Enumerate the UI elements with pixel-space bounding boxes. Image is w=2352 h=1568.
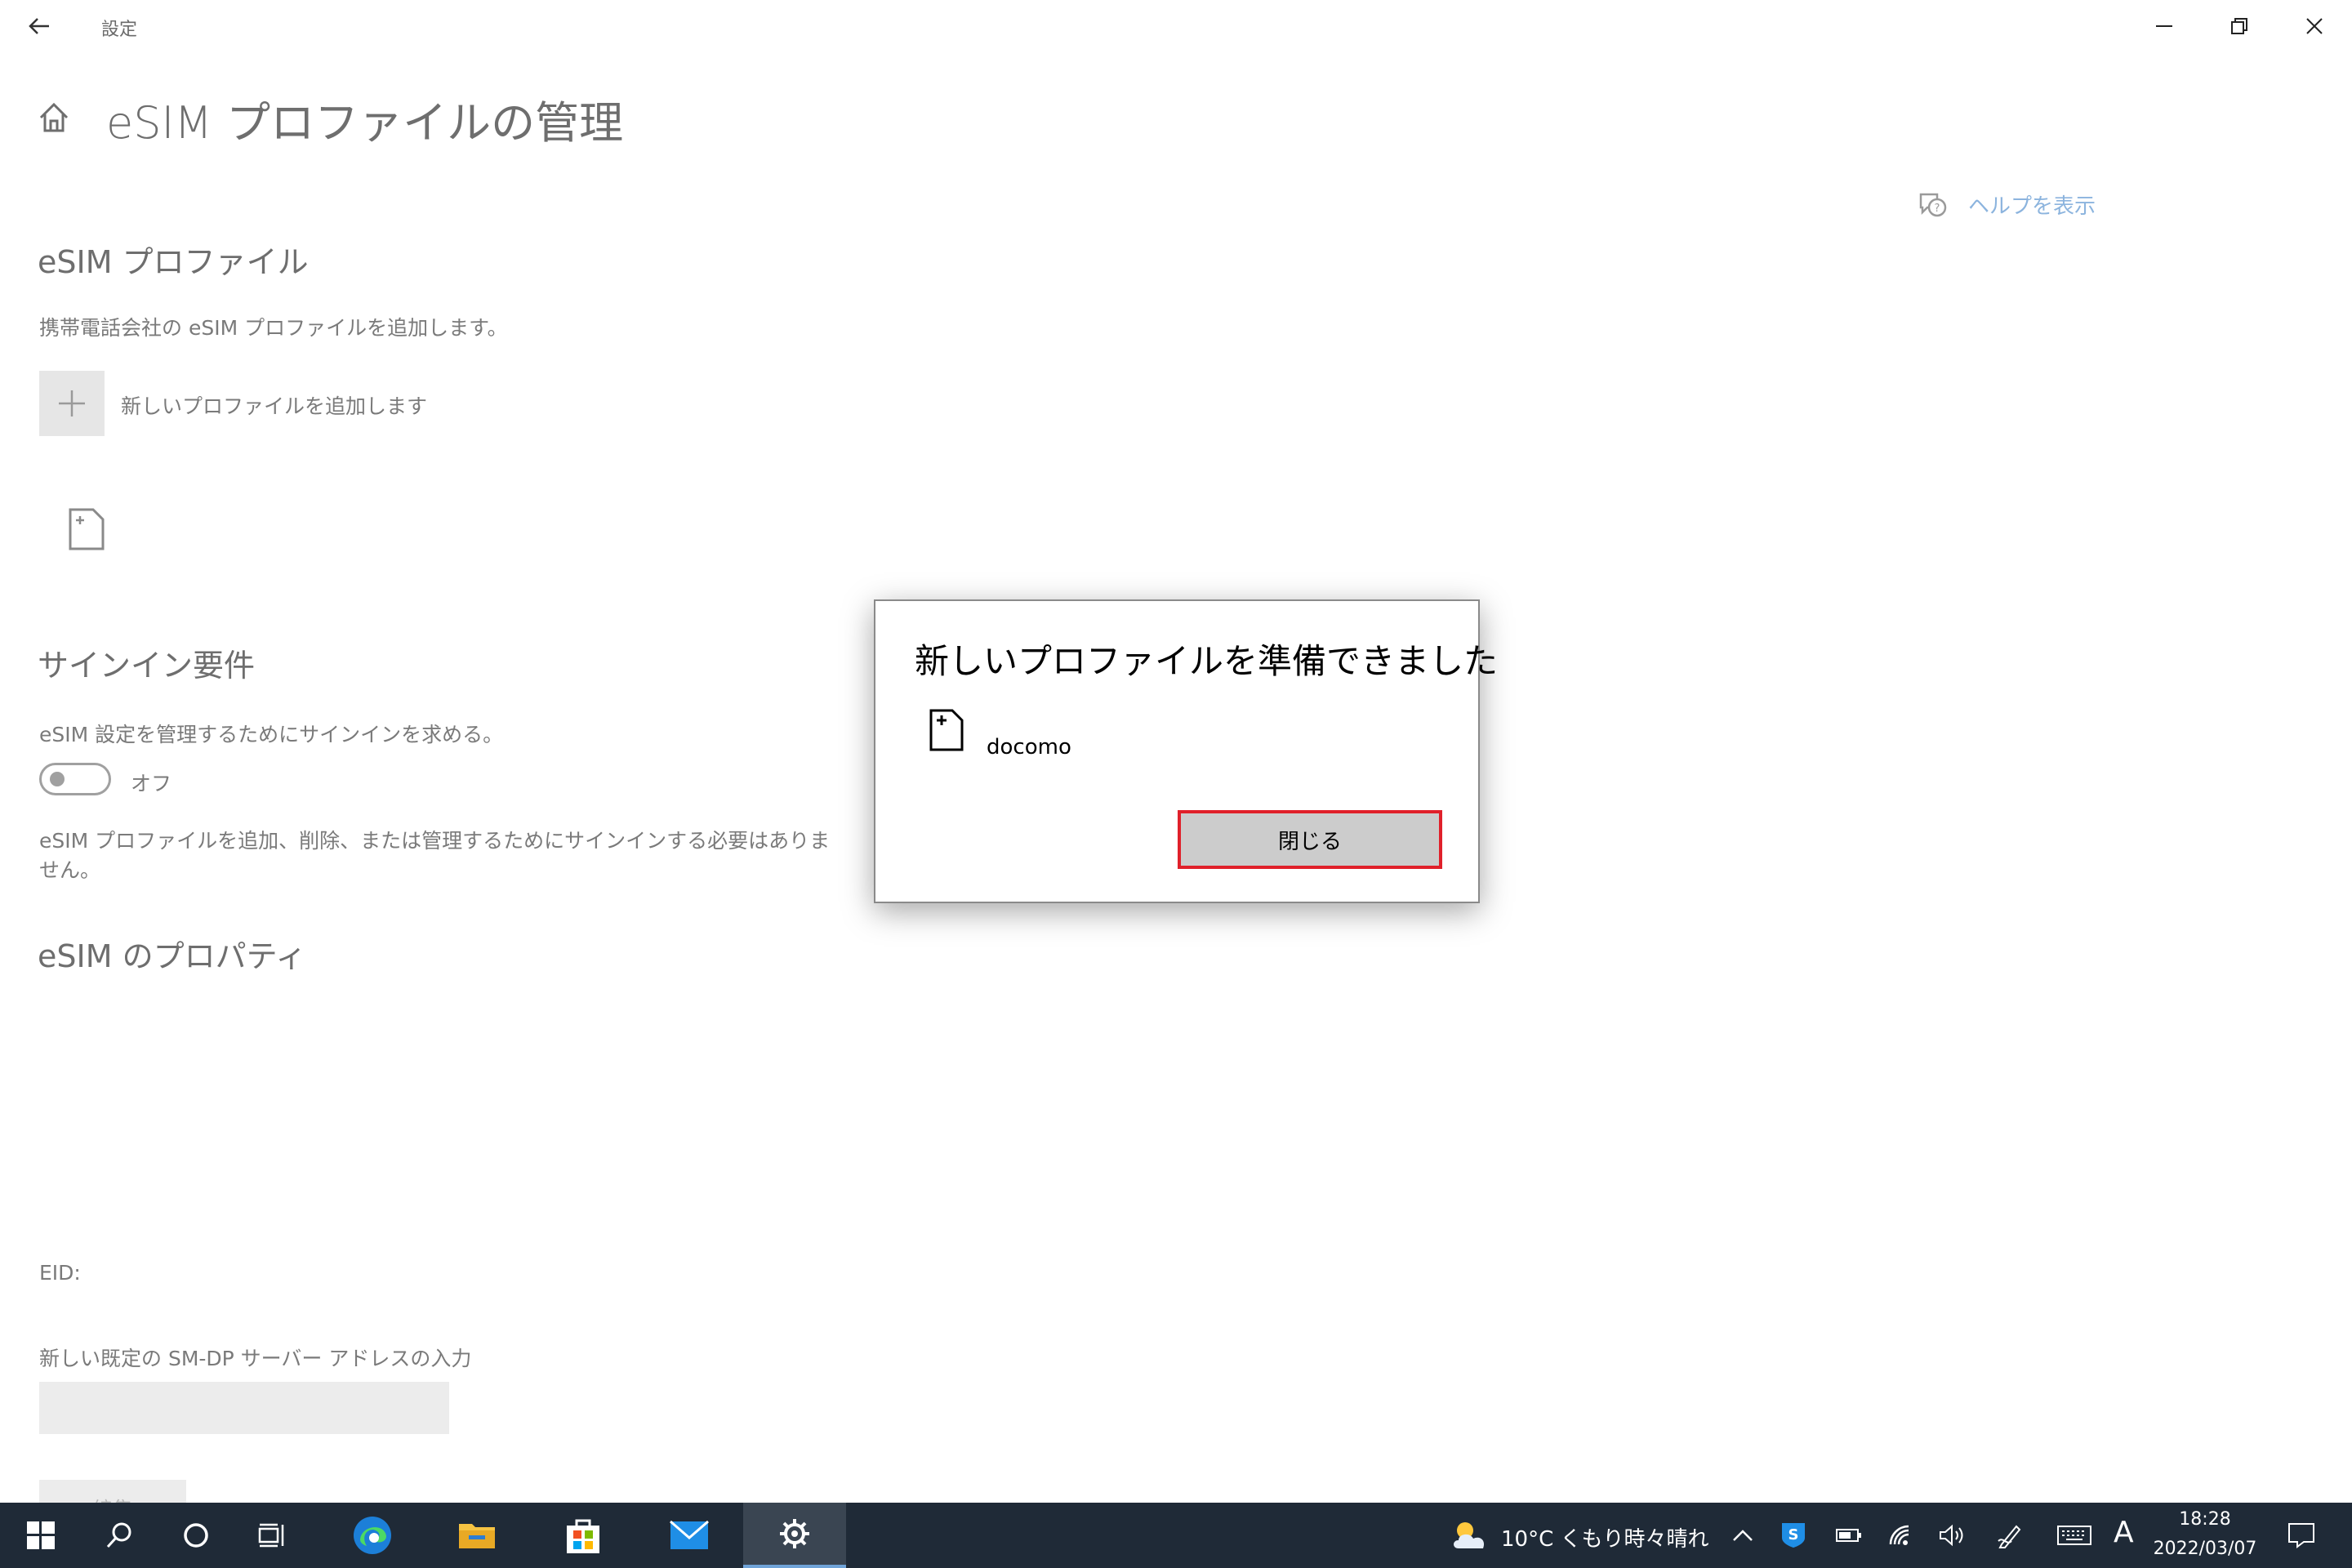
- clock-date[interactable]: 2022/03/07: [2148, 1539, 2262, 1559]
- battery-icon: [1836, 1529, 1861, 1542]
- help-row[interactable]: ? ヘルプを表示: [1916, 186, 2096, 222]
- chevron-up-icon: [1733, 1530, 1753, 1541]
- minimize-button[interactable]: [2127, 0, 2202, 52]
- weather-widget[interactable]: [1447, 1503, 1493, 1568]
- keyboard-icon: [2057, 1526, 2091, 1545]
- mail-app[interactable]: [660, 1503, 719, 1568]
- svg-text:S: S: [1788, 1526, 1799, 1544]
- page-title: eSIM プロファイルの管理: [106, 97, 624, 149]
- toggle-label: オフ: [131, 772, 172, 795]
- partly-cloudy-icon: [1454, 1522, 1485, 1548]
- mail-envelope-icon: [670, 1520, 709, 1549]
- home-icon[interactable]: [36, 100, 72, 136]
- help-chat-icon: ?: [1919, 193, 1947, 217]
- restore-button[interactable]: [2202, 0, 2277, 52]
- add-profile-label[interactable]: 新しいプロファイルを追加します: [121, 390, 427, 420]
- edit-button[interactable]: 編集: [39, 1480, 186, 1504]
- signin-note-line2: せん。: [39, 858, 101, 882]
- app-title: 設定: [101, 20, 138, 40]
- minimize-icon: [2156, 25, 2172, 27]
- wifi-cellular-icon: [1889, 1525, 1909, 1545]
- svg-text:?: ?: [1935, 203, 1940, 215]
- folder-icon: [459, 1524, 495, 1548]
- profile-ready-dialog: 新しいプロファイルを準備できました docomo 閉じる: [874, 599, 1498, 903]
- cortana-button[interactable]: [172, 1503, 220, 1568]
- task-view-icon: [258, 1523, 284, 1548]
- start-button[interactable]: [18, 1503, 64, 1568]
- sim-card-icon: [928, 707, 965, 753]
- task-view-button[interactable]: [248, 1503, 297, 1568]
- add-profile-button[interactable]: [39, 371, 105, 436]
- touch-keyboard-tray[interactable]: [2051, 1503, 2097, 1568]
- sdp-label: 新しい既定の SM-DP サーバー アドレスの入力: [39, 1347, 472, 1370]
- security-tray[interactable]: S: [1774, 1503, 1813, 1568]
- notification-icon: [2288, 1523, 2314, 1548]
- volume-tray[interactable]: [1932, 1503, 1971, 1568]
- restore-icon: [2231, 18, 2247, 34]
- windows-logo-icon: [27, 1521, 55, 1549]
- clock-time[interactable]: 18:28: [2156, 1509, 2254, 1530]
- edge-browser-icon: [354, 1517, 391, 1554]
- signin-description: eSIM 設定を管理するためにサインインを求める。: [39, 723, 504, 746]
- dialog-profile-name: docomo: [987, 735, 1071, 760]
- taskbar: 10°C くもり時々晴れ S A 18:28 2022/03/07: [0, 1503, 2352, 1568]
- store-app[interactable]: [554, 1503, 612, 1568]
- pen-tray[interactable]: [1989, 1503, 2032, 1568]
- back-button[interactable]: [16, 7, 62, 46]
- store-bag-icon: [567, 1519, 599, 1553]
- notification-center-button[interactable]: [2280, 1503, 2323, 1568]
- gear-icon: [780, 1519, 809, 1548]
- speaker-icon: [1940, 1524, 1963, 1547]
- network-tray[interactable]: [1882, 1503, 1921, 1568]
- sdp-address-input[interactable]: [39, 1382, 449, 1434]
- search-icon: [106, 1522, 131, 1548]
- signin-note-line1: eSIM プロファイルを追加、削除、または管理するためにサインインする必要はあり…: [39, 829, 831, 853]
- help-link[interactable]: ヘルプを表示: [1968, 189, 2096, 220]
- toggle-knob: [50, 772, 65, 786]
- back-arrow-icon: [29, 18, 49, 34]
- dialog-title: 新しいプロファイルを準備できました: [915, 641, 1499, 681]
- title-bar: 設定: [0, 0, 2352, 52]
- ime-indicator[interactable]: A: [2114, 1516, 2134, 1549]
- plus-icon: [59, 390, 85, 416]
- profiles-heading: eSIM プロファイル: [38, 244, 309, 280]
- properties-heading: eSIM のプロパティ: [38, 938, 307, 974]
- sim-card-icon: [67, 506, 106, 552]
- edge-app[interactable]: [343, 1503, 402, 1568]
- signin-toggle[interactable]: [39, 763, 111, 795]
- eid-label: EID:: [39, 1261, 81, 1285]
- show-hidden-icons-button[interactable]: [1722, 1503, 1764, 1568]
- close-window-button[interactable]: [2277, 0, 2352, 52]
- close-icon: [2306, 18, 2323, 34]
- pen-icon: [1998, 1525, 2021, 1548]
- close-dialog-button[interactable]: 閉じる: [1178, 810, 1442, 869]
- weather-text[interactable]: 10°C くもり時々晴れ: [1501, 1522, 1709, 1552]
- battery-tray[interactable]: [1829, 1503, 1869, 1568]
- shield-s-icon: S: [1782, 1523, 1805, 1548]
- settings-app[interactable]: [743, 1503, 846, 1568]
- profiles-description: 携帯電話会社の eSIM プロファイルを追加します。: [39, 316, 508, 340]
- cortana-circle-icon: [184, 1523, 208, 1548]
- signin-heading: サインイン要件: [38, 648, 256, 684]
- search-button[interactable]: [95, 1503, 144, 1568]
- file-explorer-app[interactable]: [448, 1503, 506, 1568]
